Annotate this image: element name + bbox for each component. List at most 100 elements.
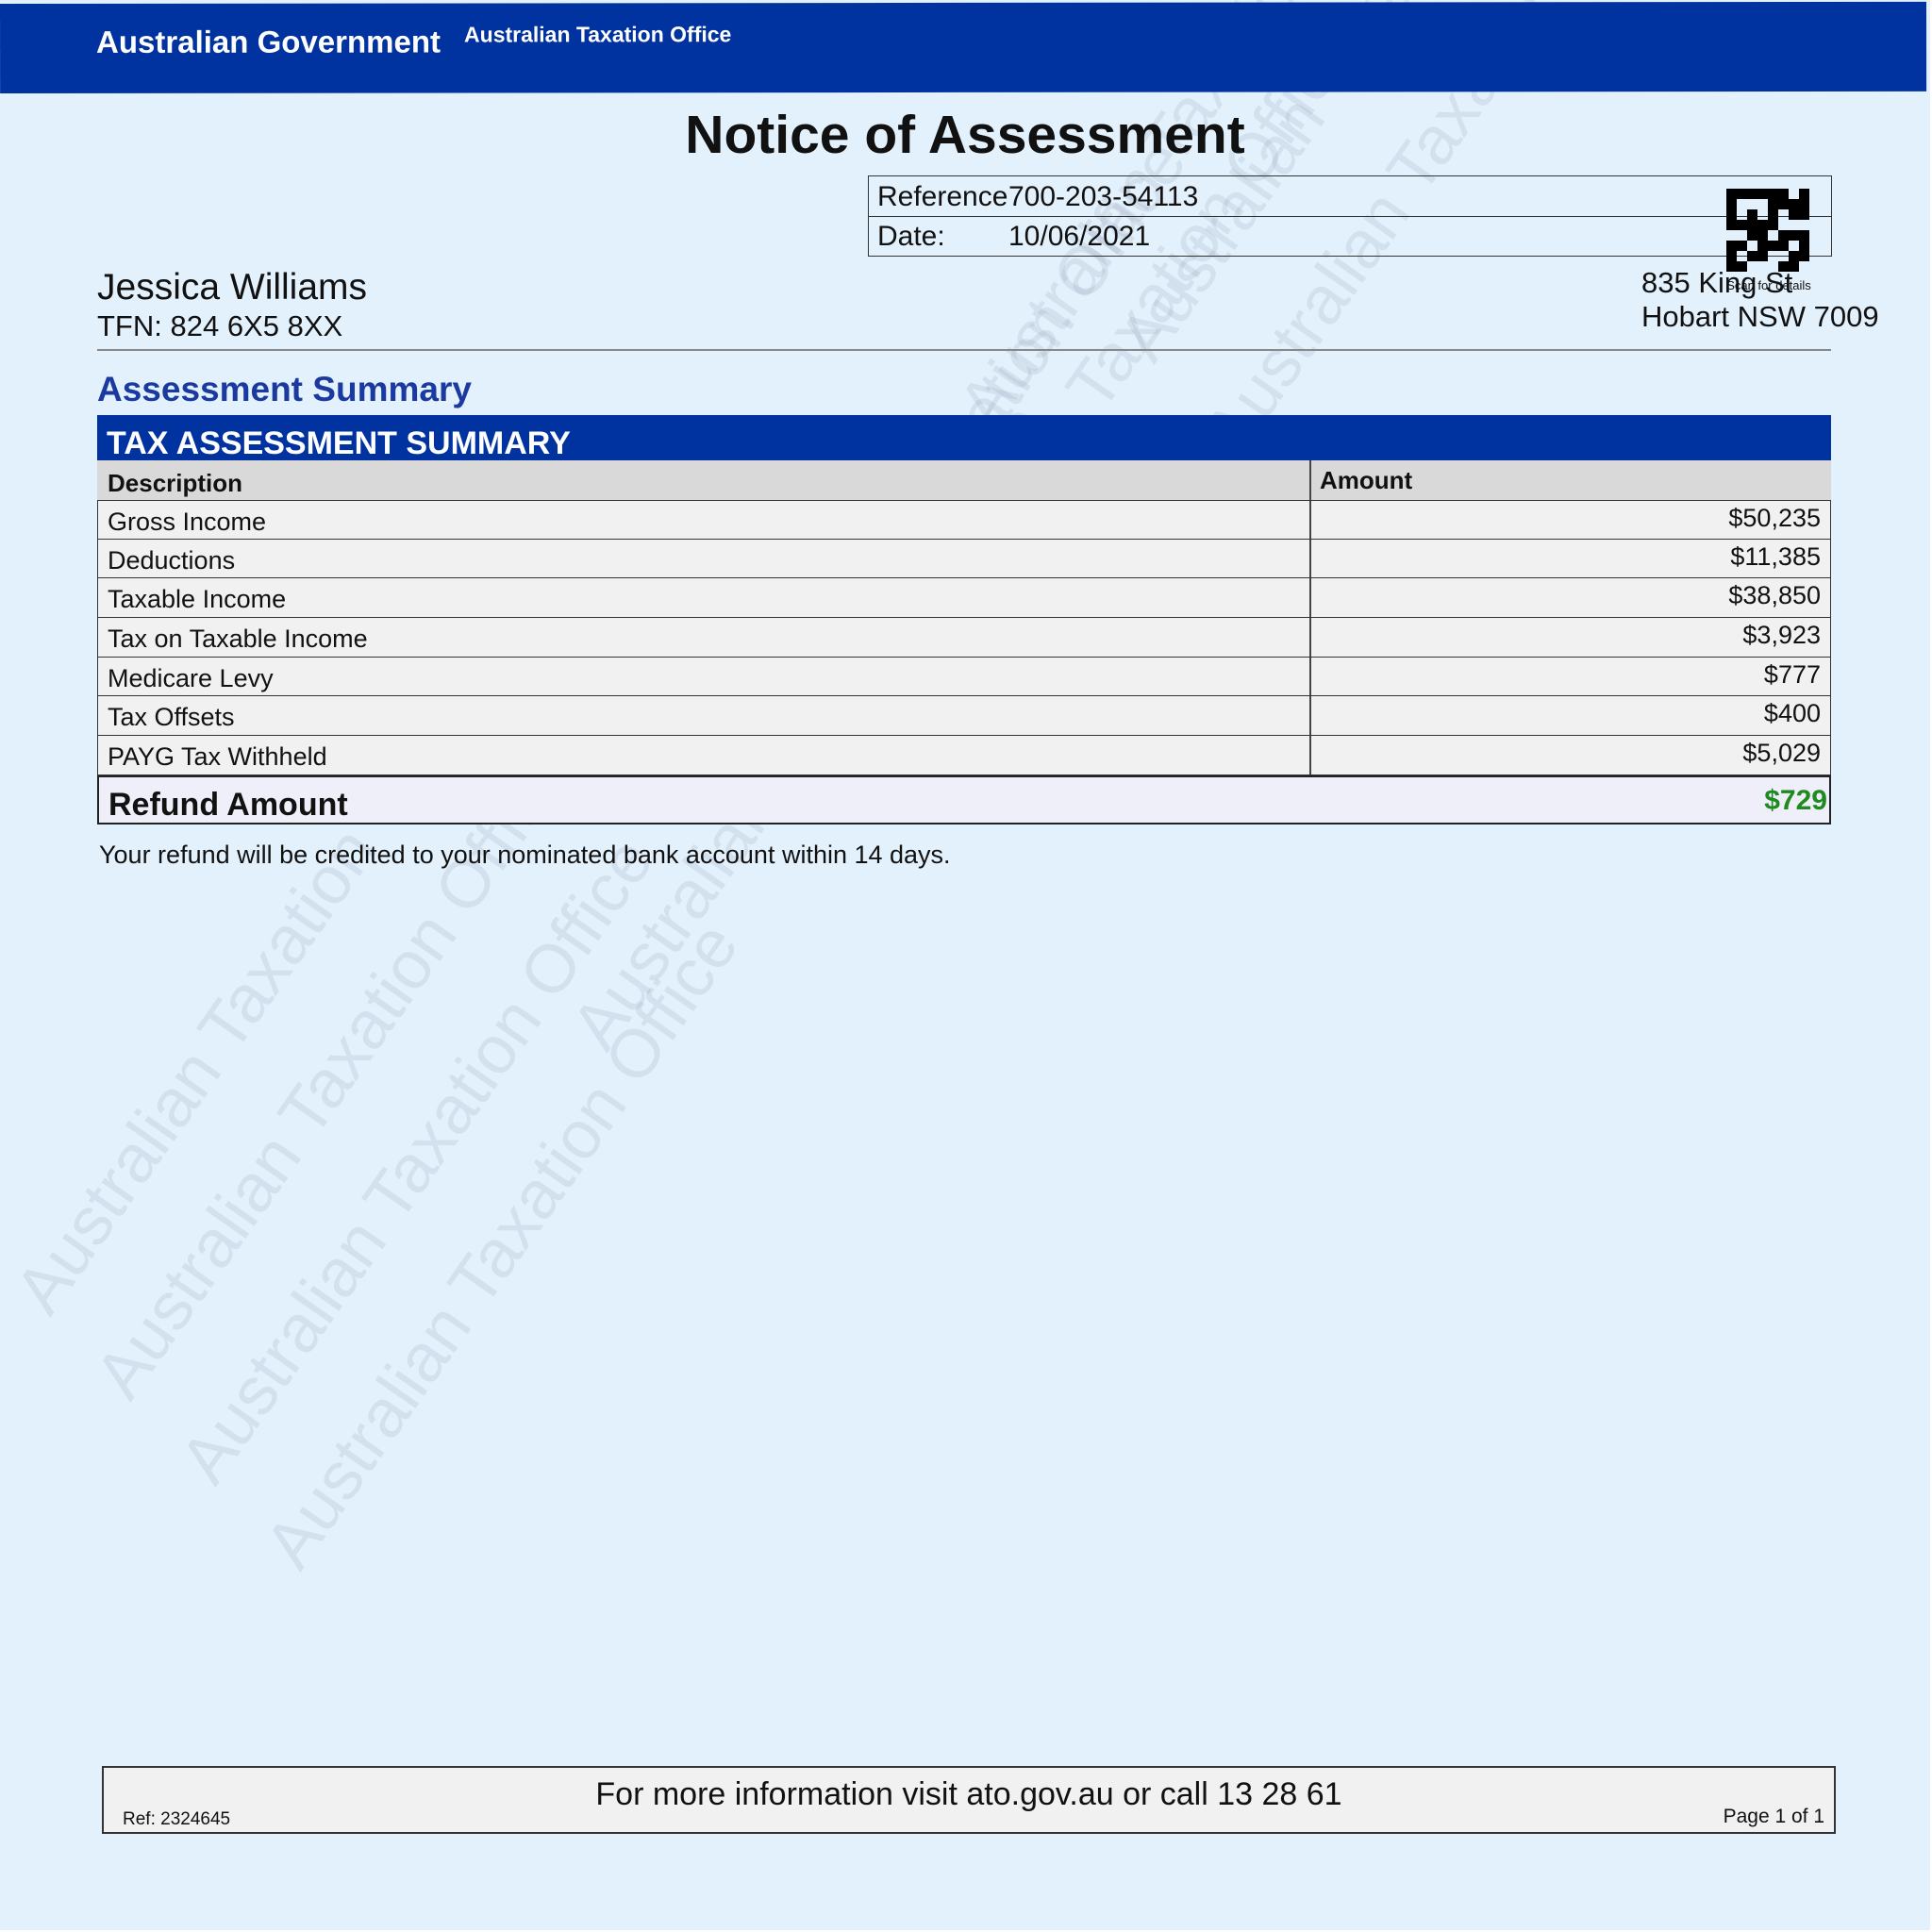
column-divider — [1309, 657, 1311, 696]
page-title: Notice of Assessment — [685, 105, 1245, 165]
qr-module — [1789, 199, 1799, 209]
column-divider — [1309, 539, 1311, 578]
qr-module — [1726, 209, 1737, 220]
table-header-row: Description Amount — [97, 460, 1831, 500]
qr-module — [1726, 189, 1737, 199]
qr-module — [1757, 220, 1768, 230]
address-line-2: Hobart NSW 7009 — [1641, 300, 1879, 333]
row-description: Taxable Income — [108, 585, 287, 614]
qr-module — [1789, 230, 1799, 241]
qr-module — [1768, 189, 1778, 199]
taxpayer-tfn: TFN: 824 6X5 8XX — [97, 309, 343, 342]
qr-module — [1747, 251, 1757, 261]
footer: For more information visit ato.gov.au or… — [102, 1766, 1836, 1834]
column-header-amount: Amount — [1320, 466, 1413, 494]
qr-module — [1737, 220, 1747, 230]
qr-module — [1799, 241, 1809, 251]
date-value: 10/06/2021 — [1008, 221, 1151, 252]
reference-label: Reference — [877, 181, 1008, 212]
qr-module — [1799, 251, 1809, 261]
qr-module — [1799, 230, 1809, 241]
watermark-text: Australian Taxation Office — [165, 824, 669, 1497]
qr-module — [1757, 241, 1768, 251]
qr-module — [1747, 189, 1757, 199]
qr-module — [1799, 189, 1809, 199]
taxpayer-name: Jessica Williams — [97, 267, 368, 308]
qr-module — [1747, 230, 1757, 241]
qr-module — [1757, 189, 1768, 199]
qr-module — [1778, 199, 1789, 209]
refund-note: Your refund will be credited to your nom… — [99, 841, 951, 869]
table-title: TAX ASSESSMENT SUMMARY — [107, 425, 571, 461]
row-amount: $50,235 — [1728, 504, 1821, 532]
column-divider — [1309, 501, 1311, 539]
qr-module — [1726, 241, 1737, 251]
row-amount: $11,385 — [1730, 541, 1821, 571]
qr-module — [1737, 241, 1747, 251]
date-label: Date: — [877, 221, 945, 252]
row-description: Tax on Taxable Income — [108, 625, 368, 654]
table-row: Tax on Taxable Income $3,923 — [97, 618, 1831, 658]
qr-module — [1789, 261, 1799, 272]
qr-module — [1778, 261, 1789, 272]
qr-module — [1747, 209, 1757, 220]
divider — [97, 349, 1831, 351]
qr-module — [1768, 209, 1778, 220]
column-divider — [1309, 736, 1311, 774]
qr-module — [1737, 189, 1747, 199]
qr-module — [1726, 251, 1737, 261]
row-amount: $38,850 — [1728, 581, 1821, 610]
qr-module — [1726, 220, 1737, 230]
qr-caption: Scan for details — [1726, 278, 1811, 292]
section-title: Assessment Summary — [97, 370, 472, 408]
row-amount: $5,029 — [1742, 739, 1821, 768]
refund-amount: $729 — [1764, 785, 1827, 816]
government-name: Australian Government — [96, 24, 441, 59]
qr-code — [1726, 189, 1809, 272]
qr-module — [1726, 199, 1737, 209]
page-number: Page 1 of 1 — [1723, 1806, 1824, 1827]
reference-value: 700-203-54113 — [1008, 181, 1199, 212]
reference-box: Reference 700-203-54113 Date: 10/06/2021 — [868, 175, 1832, 257]
row-amount: $400 — [1763, 699, 1821, 728]
footer-ref: Ref: 2324645 — [123, 1809, 231, 1829]
column-divider — [1309, 460, 1311, 500]
qr-module — [1768, 241, 1778, 251]
column-divider — [1309, 618, 1311, 657]
qr-module — [1799, 199, 1809, 209]
table-row: Taxable Income $38,850 — [97, 578, 1831, 619]
government-banner: Australian Government Australian Taxatio… — [0, 1, 1927, 93]
qr-module — [1768, 199, 1778, 209]
row-description: Deductions — [108, 545, 236, 575]
row-amount: $3,923 — [1742, 621, 1821, 650]
refund-total-row: Refund Amount $729 — [97, 775, 1831, 824]
qr-module — [1789, 251, 1799, 261]
qr-module — [1737, 261, 1747, 272]
notice-page: Australian Taxation Office Australian Ta… — [0, 0, 1930, 1930]
column-header-description: Description — [108, 469, 243, 497]
table-title-bar: TAX ASSESSMENT SUMMARY — [97, 415, 1831, 462]
table-row: PAYG Tax Withheld $5,029 — [97, 736, 1831, 775]
qr-module — [1768, 220, 1778, 230]
date-row: Date: 10/06/2021 — [869, 216, 1831, 256]
table-row: Gross Income $50,235 — [97, 500, 1831, 540]
table-row: Deductions $11,385 — [97, 539, 1831, 579]
agency-name: Australian Taxation Office — [464, 22, 732, 47]
table-row: Medicare Levy $777 — [97, 657, 1831, 697]
row-amount: $777 — [1763, 659, 1821, 689]
row-description: Gross Income — [108, 508, 267, 536]
qr-module — [1778, 230, 1789, 241]
reference-row: Reference 700-203-54113 — [869, 176, 1831, 217]
table-row: Tax Offsets $400 — [97, 696, 1831, 737]
qr-module — [1789, 209, 1799, 220]
watermark-text: Australian Taxation Office — [250, 908, 754, 1582]
column-divider — [1309, 696, 1311, 736]
qr-module — [1757, 251, 1768, 261]
row-description: Medicare Levy — [108, 663, 274, 692]
qr-module — [1726, 261, 1737, 272]
refund-label: Refund Amount — [108, 787, 348, 823]
qr-module — [1799, 209, 1809, 220]
footer-message: For more information visit ato.gov.au or… — [595, 1776, 1342, 1812]
qr-module — [1747, 220, 1757, 230]
qr-module — [1778, 241, 1789, 251]
